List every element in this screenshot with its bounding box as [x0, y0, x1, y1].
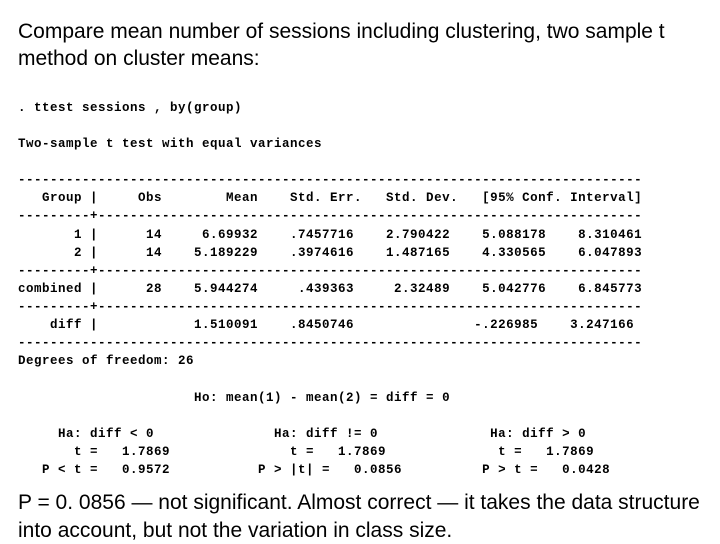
- ttest-command: . ttest sessions , by(group): [18, 101, 242, 115]
- row-1: 1 | 14 6.69932 .7457716 2.790422 5.08817…: [18, 228, 642, 242]
- page-title: Compare mean number of sessions includin…: [18, 18, 702, 73]
- stata-output: . ttest sessions , by(group) Two-sample …: [18, 81, 702, 480]
- rule: ----------------------------------------…: [18, 336, 642, 350]
- row-combined: combined | 28 5.944274 .439363 2.32489 5…: [18, 282, 642, 296]
- header-row: Group | Obs Mean Std. Err. Std. Dev. [95…: [18, 191, 642, 205]
- null-hypothesis: Ho: mean(1) - mean(2) = diff = 0: [18, 391, 450, 405]
- p-row: P < t = 0.9572 P > |t| = 0.0856 P > t = …: [18, 463, 610, 477]
- rule: ---------+------------------------------…: [18, 209, 642, 223]
- row-2: 2 | 14 5.189229 .3974616 1.487165 4.3305…: [18, 246, 642, 260]
- ha-row: Ha: diff < 0 Ha: diff != 0 Ha: diff > 0: [18, 427, 586, 441]
- row-diff: diff | 1.510091 .8450746 -.226985 3.2471…: [18, 318, 634, 332]
- rule: ----------------------------------------…: [18, 173, 642, 187]
- conclusion-text: P = 0. 0856 — not significant. Almost co…: [18, 489, 702, 544]
- degrees-of-freedom: Degrees of freedom: 26: [18, 354, 194, 368]
- rule: ---------+------------------------------…: [18, 264, 642, 278]
- t-row: t = 1.7869 t = 1.7869 t = 1.7869: [18, 445, 594, 459]
- rule: ---------+------------------------------…: [18, 300, 642, 314]
- ttest-heading: Two-sample t test with equal variances: [18, 137, 322, 151]
